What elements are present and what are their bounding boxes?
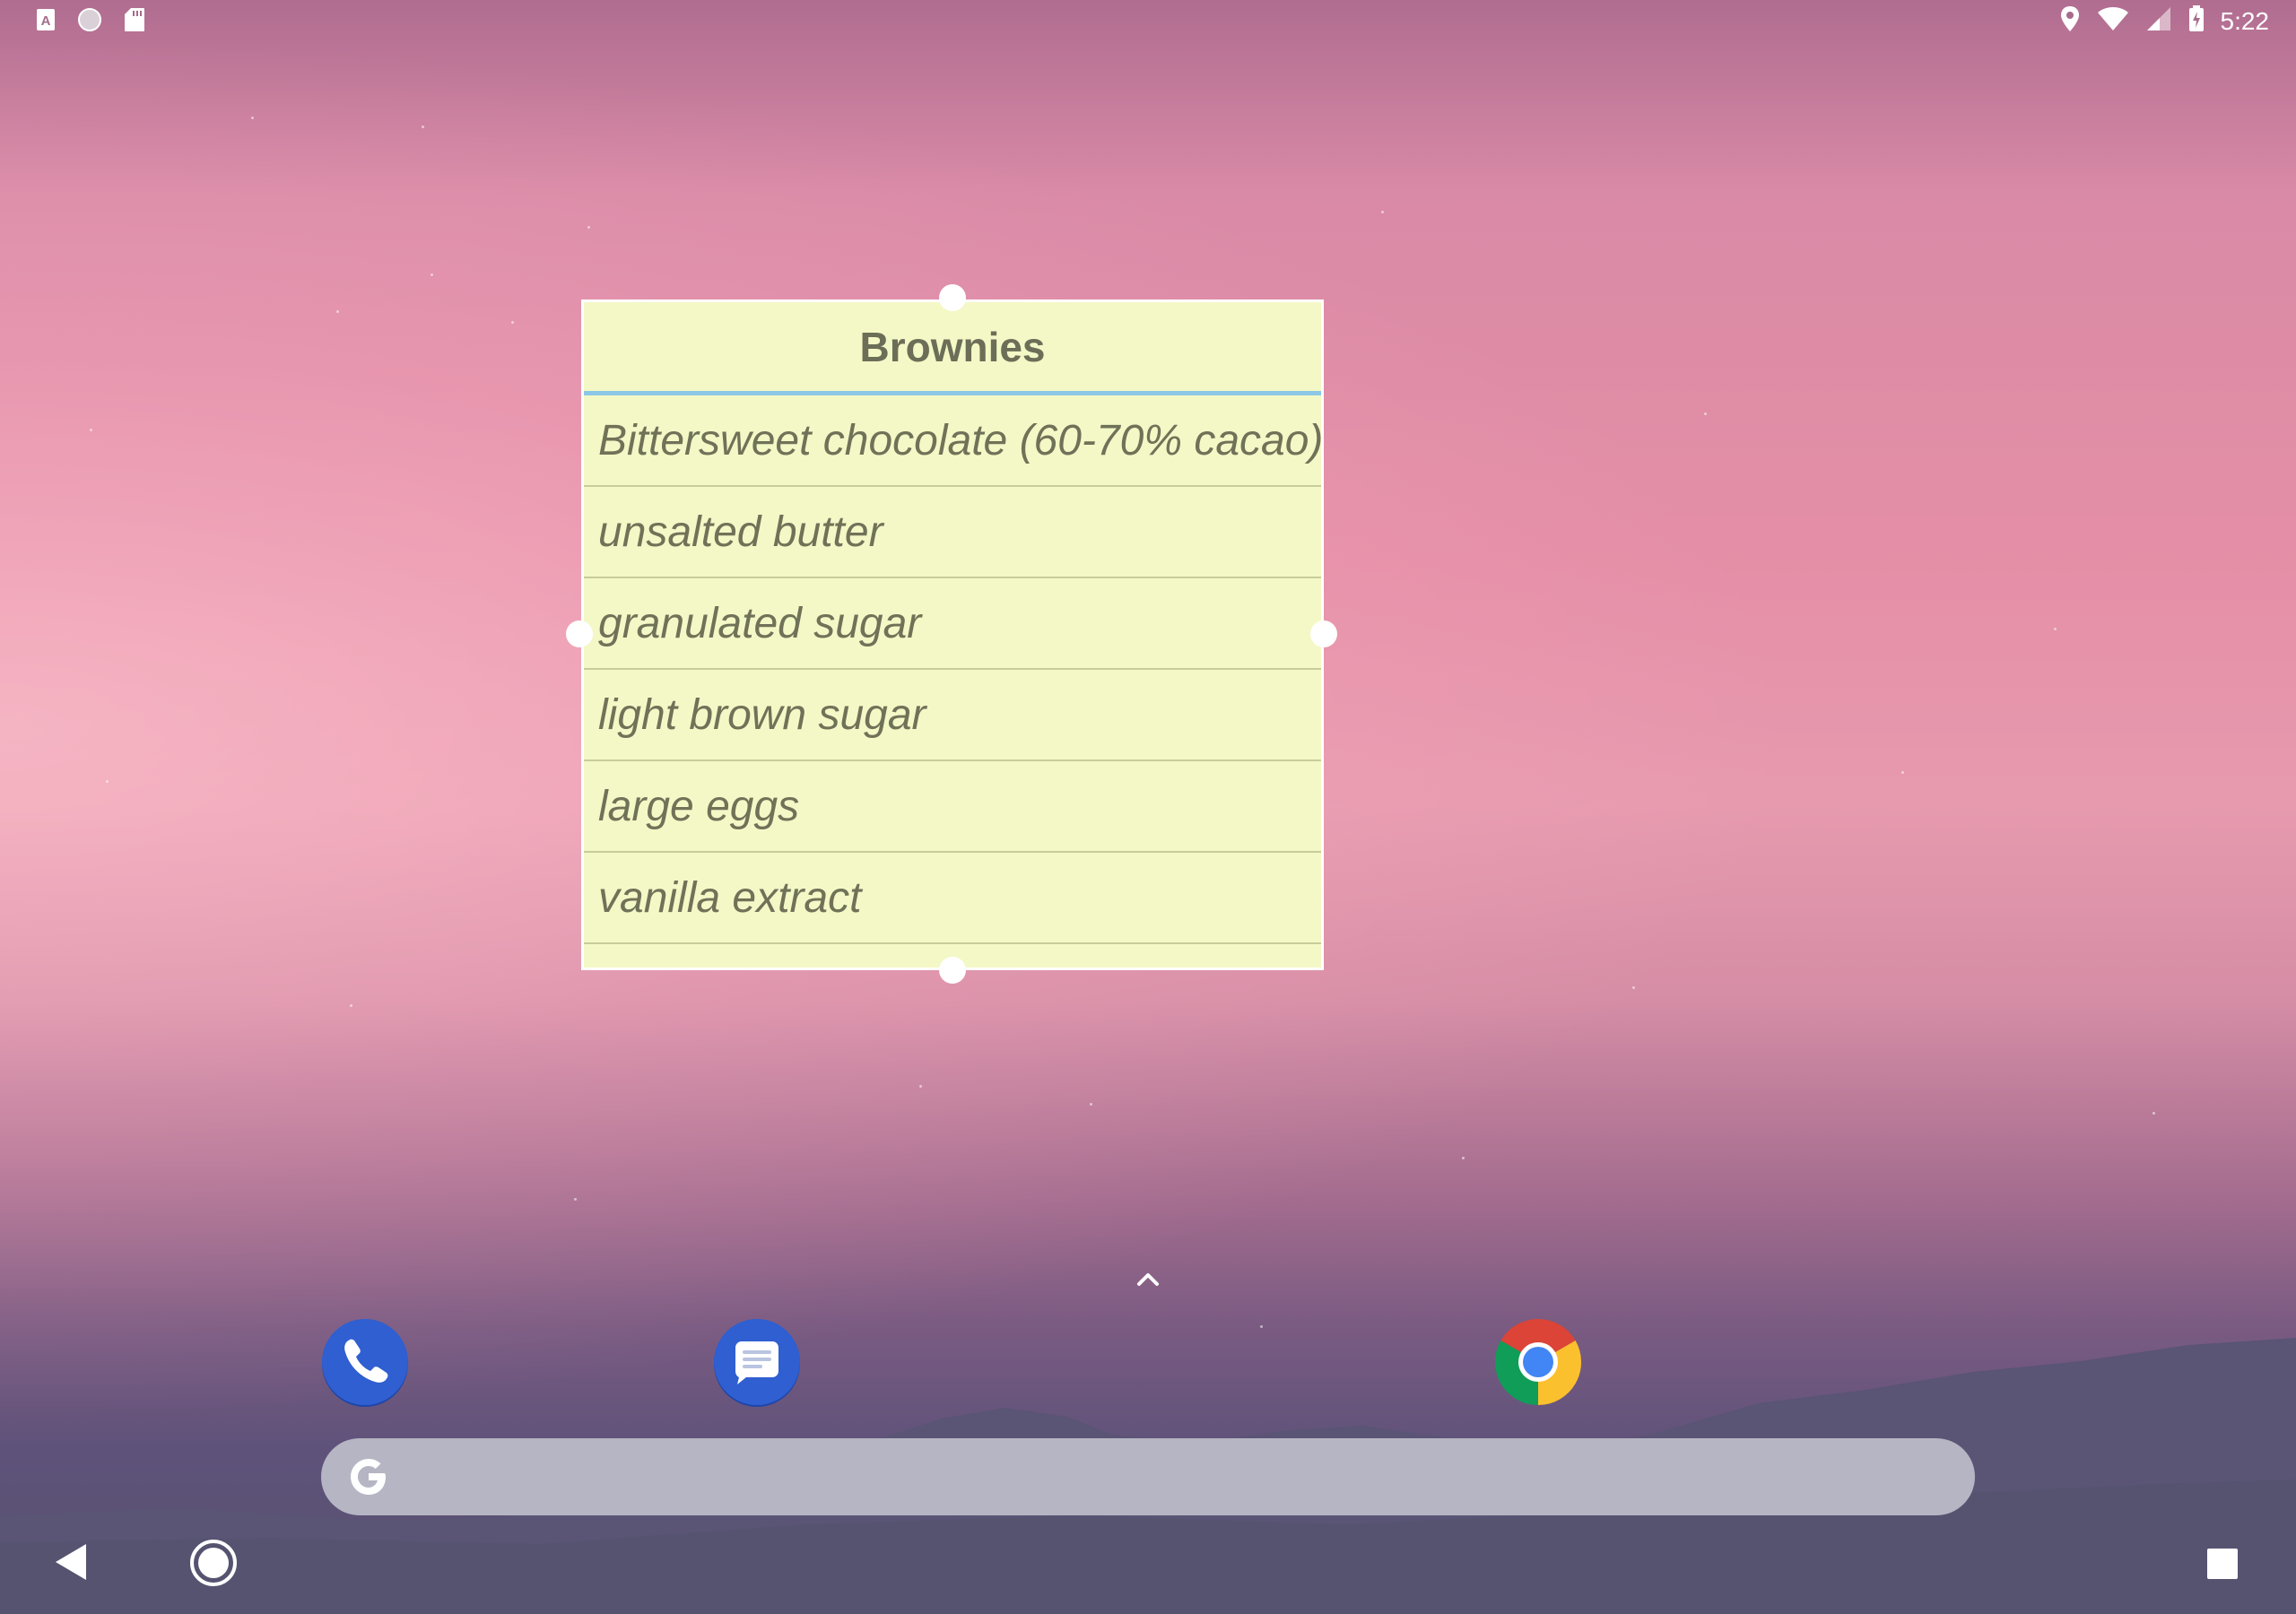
messages-icon[interactable] xyxy=(712,1317,802,1407)
resize-handle-top[interactable] xyxy=(939,284,966,311)
svg-text:A: A xyxy=(41,13,51,29)
status-bar: A 5:22 xyxy=(0,0,2296,43)
wifi-icon xyxy=(2097,5,2129,37)
battery-charging-icon xyxy=(2188,5,2205,37)
phone-icon[interactable] xyxy=(320,1317,410,1407)
resize-handle-bottom[interactable] xyxy=(939,957,966,984)
list-item[interactable]: large eggs xyxy=(584,761,1321,853)
resize-handle-right[interactable] xyxy=(1310,620,1337,647)
location-icon xyxy=(2059,5,2081,37)
status-left-icons: A xyxy=(36,7,145,37)
google-g-icon xyxy=(343,1451,395,1503)
sd-card-icon xyxy=(124,7,145,37)
app-drawer-arrow-icon[interactable] xyxy=(1132,1266,1164,1293)
mountains-silhouette xyxy=(0,1338,2296,1614)
widget-title[interactable]: Brownies xyxy=(584,302,1321,395)
notes-widget[interactable]: Brownies Bittersweet chocolate (60-70% c… xyxy=(581,299,1324,970)
back-button[interactable] xyxy=(54,1542,90,1586)
list-item[interactable]: granulated sugar xyxy=(584,578,1321,670)
status-right-icons: 5:22 xyxy=(2059,5,2270,37)
google-search-bar[interactable] xyxy=(321,1438,1975,1515)
list-item[interactable]: Bittersweet chocolate (60-70% cacao) xyxy=(584,395,1321,487)
signal-icon xyxy=(2145,5,2172,37)
recents-button[interactable] xyxy=(2206,1548,2239,1584)
keyboard-a-icon: A xyxy=(36,8,56,36)
clock-time: 5:22 xyxy=(2220,6,2270,35)
list-item[interactable]: unsalted butter xyxy=(584,487,1321,578)
circle-icon xyxy=(77,7,102,37)
home-button[interactable] xyxy=(189,1539,238,1592)
list-item[interactable]: light brown sugar xyxy=(584,670,1321,761)
resize-handle-left[interactable] xyxy=(566,620,593,647)
list-item[interactable]: vanilla extract xyxy=(584,853,1321,944)
chrome-icon[interactable] xyxy=(1493,1317,1583,1407)
